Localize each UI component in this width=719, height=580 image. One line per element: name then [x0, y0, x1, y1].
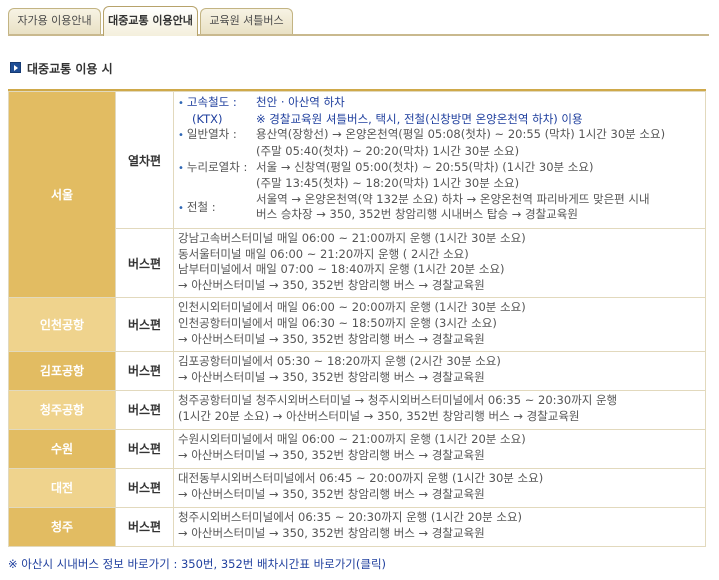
general-train-label: 일반열차 :: [186, 127, 237, 142]
mode-train: 열차편: [115, 91, 174, 229]
nuri-train-label: 누리로열차 :: [186, 159, 248, 174]
seoul-bus-info: 강남고속버스터미널 매일 06:00 ~ 21:00까지 운행 (1시간 30분…: [173, 227, 706, 299]
table-row-cheongju: 청주 버스편 청주시외버스터미널에서 06:35 ~ 20:30까지 운행 (1…: [8, 506, 706, 547]
mode-bus: 버스편: [115, 428, 174, 469]
arrow-bullet-icon: [10, 62, 21, 73]
table-row-seoul-train: 서울 열차편 • 고속철도 : 천안 · 아산역 하차 (KTX) ※ 경찰교육원…: [8, 90, 706, 299]
mode-bus: 버스편: [115, 389, 174, 430]
ktx-sub-label: (KTX): [192, 111, 223, 126]
mode-bus: 버스편: [115, 227, 174, 299]
mode-bus: 버스편: [115, 297, 174, 353]
mode-bus: 버스편: [115, 506, 174, 547]
general-train-row: • 일반열차 : 용산역(장항선) → 온양온천역(평일 05:08(첫차) ~ …: [178, 127, 699, 144]
cheongju-info: 청주시외버스터미널에서 06:35 ~ 20:30까지 운행 (1시간 20분 …: [173, 506, 706, 547]
ktx-line1: 천안 · 아산역 하차: [256, 95, 345, 110]
mode-bus: 버스편: [115, 467, 174, 508]
bullet-icon: •: [178, 98, 184, 110]
subway-row: • 전철 : 서울역 → 온양온천역(약 132분 소요) 하차 → 온양온천역 …: [178, 192, 699, 223]
table-row-daejeon: 대전 버스편 대전동부시외버스터미널에서 06:45 ~ 20:00까지 운행 …: [8, 467, 706, 508]
gimpo-airport-info: 김포공항터미널에서 05:30 ~ 18:20까지 운행 (2시간 30분 소요…: [173, 351, 706, 391]
region-cheongju: 청주: [8, 506, 116, 547]
tab-shuttle-bus[interactable]: 교육원 셔틀버스: [200, 8, 293, 34]
bullet-icon: •: [178, 202, 184, 214]
nuri-train-row: • 누리로열차 : 서울 → 신창역(평일 05:00(첫차) ~ 20:55(막…: [178, 160, 699, 177]
ktx-row: • 고속철도 : 천안 · 아산역 하차: [178, 95, 699, 112]
tab-bar: 자가용 이용안내 대중교통 이용안내 교육원 셔틀버스: [0, 0, 719, 36]
nuri-train-line2: (주말 13:45(첫차) ~ 18:20(막차) 1시간 30분 소요): [256, 176, 520, 191]
region-incheon-airport: 인천공항: [8, 297, 116, 353]
suwon-info: 수원시외터미널에서 매일 06:00 ~ 21:00까지 운행 (1시간 20분…: [173, 428, 706, 469]
transport-table: 서울 열차편 • 고속철도 : 천안 · 아산역 하차 (KTX) ※ 경찰교육원…: [8, 90, 706, 547]
table-row-gimpo-airport: 김포공항 버스편 김포공항터미널에서 05:30 ~ 18:20까지 운행 (2…: [8, 351, 706, 391]
seoul-train-info: • 고속철도 : 천안 · 아산역 하차 (KTX) ※ 경찰교육원 셔틀버스, …: [173, 91, 706, 229]
table-row-cheongju-airport: 청주공항 버스편 청주공항터미널 청주시외버스터미널 → 청주시외버스터미널에서…: [8, 389, 706, 430]
ktx-label: 고속철도 :: [186, 95, 237, 110]
subway-label: 전철 :: [186, 199, 216, 214]
region-seoul: 서울: [8, 90, 116, 299]
subway-line1: 서울역 → 온양온천역(약 132분 소요) 하차 → 온양온천역 파리바게뜨 …: [256, 191, 650, 206]
table-row-incheon-airport: 인천공항 버스편 인천시외터미널에서 매일 06:00 ~ 20:00까지 운행…: [8, 297, 706, 353]
mode-bus: 버스편: [115, 351, 174, 391]
incheon-airport-info: 인천시외터미널에서 매일 06:00 ~ 20:00까지 운행 (1시간 30분…: [173, 297, 706, 353]
table-row-suwon: 수원 버스편 수원시외터미널에서 매일 06:00 ~ 21:00까지 운행 (…: [8, 428, 706, 469]
tab-public-transport-guide[interactable]: 대중교통 이용안내: [103, 6, 198, 36]
subway-line2: 버스 승차장 → 350, 352번 창암리행 시내버스 탑승 → 경찰교육원: [256, 207, 578, 222]
bullet-icon: •: [178, 130, 184, 142]
bus-schedule-link[interactable]: ※ 아산시 시내버스 정보 바로가기 : 350번, 352번 배차시간표 바로…: [8, 556, 386, 572]
daejeon-info: 대전동부시외버스터미널에서 06:45 ~ 20:00까지 운행 (1시간 30…: [173, 467, 706, 508]
region-suwon: 수원: [8, 428, 116, 469]
bullet-icon: •: [178, 162, 184, 174]
region-cheongju-airport: 청주공항: [8, 389, 116, 430]
tab-car-guide[interactable]: 자가용 이용안내: [8, 8, 101, 34]
cheongju-airport-info: 청주공항터미널 청주시외버스터미널 → 청주시외버스터미널에서 06:35 ~ …: [173, 389, 706, 430]
region-gimpo-airport: 김포공항: [8, 351, 116, 391]
nuri-train-line1: 서울 → 신창역(평일 05:00(첫차) ~ 20:55(막차) (1시간 3…: [256, 159, 594, 174]
ktx-line2: ※ 경찰교육원 셔틀버스, 택시, 전철(신창방면 온양온천역 하차) 이용: [256, 111, 583, 126]
region-daejeon: 대전: [8, 467, 116, 508]
general-train-line1: 용산역(장항선) → 온양온천역(평일 05:08(첫차) ~ 20:55 (막…: [256, 127, 666, 142]
section-title: 대중교통 이용 시: [27, 62, 113, 76]
general-train-line2: (주말 05:40(첫차) ~ 20:20(막차) 1시간 30분 소요): [256, 143, 520, 158]
